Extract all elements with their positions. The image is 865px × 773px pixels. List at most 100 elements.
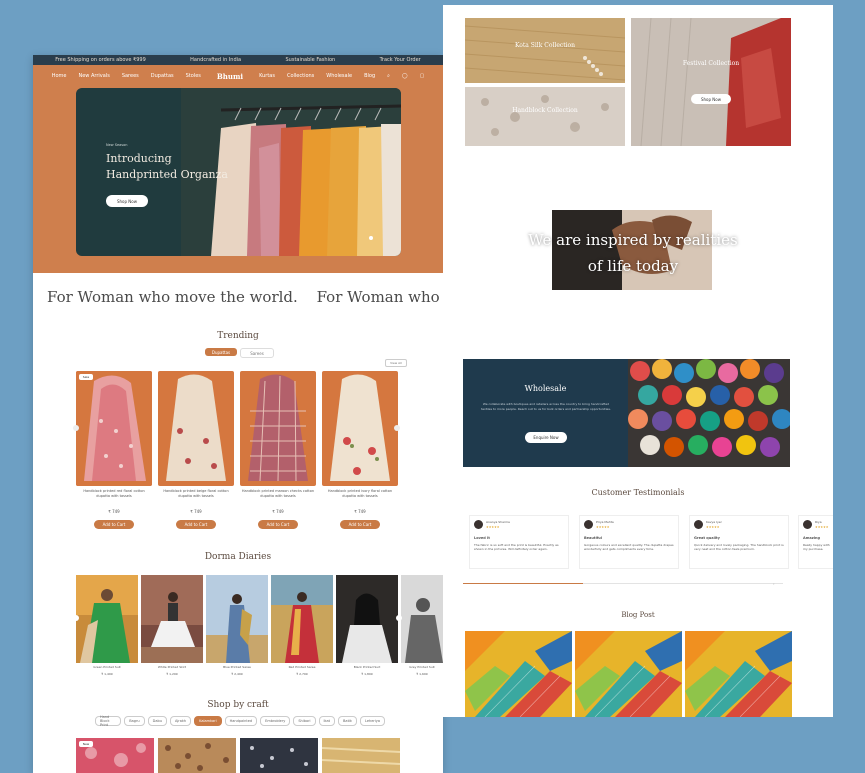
- nav-link[interactable]: New Arrivals: [78, 73, 109, 79]
- craft-chip[interactable]: Shibori: [293, 716, 316, 726]
- avatar: [694, 520, 703, 529]
- nav-link[interactable]: Dupattas: [151, 73, 174, 79]
- testimonial-card: Riya ★★★★★ Amazing Really happy with my …: [798, 515, 833, 569]
- testimonials-heading: Customer Testimonials: [591, 488, 685, 497]
- craft-image[interactable]: [158, 738, 236, 773]
- testimonial-card: Priya Mehta ★★★★★ Beautiful Gorgeous col…: [579, 515, 679, 569]
- search-icon[interactable]: ⌕: [387, 73, 390, 79]
- diary-image[interactable]: [401, 575, 443, 663]
- collection-tile-kota[interactable]: [465, 18, 625, 83]
- add-to-cart-button[interactable]: Add to Cart: [258, 520, 298, 529]
- testimonial-label: Amazing: [803, 536, 820, 540]
- craft-chip[interactable]: Dabu: [147, 716, 167, 726]
- user-icon[interactable]: ◯: [402, 73, 408, 79]
- product-card[interactable]: [240, 371, 316, 486]
- diary-name: Blue Printed Saree: [223, 665, 251, 669]
- diary-image[interactable]: [336, 575, 398, 663]
- diaries-prev-icon[interactable]: [73, 615, 79, 621]
- diary-price: ₹ 1,499: [101, 672, 113, 676]
- testimonial-next-icon[interactable]: ›: [773, 581, 775, 586]
- diary-price: ₹ 1,699: [416, 672, 428, 676]
- view-all-button[interactable]: View All: [385, 359, 407, 367]
- product-price: ₹ 749: [108, 509, 120, 514]
- collection-tile-festival[interactable]: [631, 18, 791, 146]
- star-rating: ★★★★★: [596, 525, 610, 529]
- product-name[interactable]: Handblock printed beige floral cotton du…: [158, 489, 234, 499]
- festival-shop-button[interactable]: Shop Now: [691, 94, 731, 104]
- craft-chip[interactable]: Ajrakh: [169, 716, 192, 726]
- craft-chip[interactable]: Batik: [338, 716, 357, 726]
- craft-chip[interactable]: Handpainted: [224, 716, 258, 726]
- testimonial-text: Quick delivery and lovely packaging. The…: [694, 543, 784, 552]
- craft-image[interactable]: [240, 738, 318, 773]
- avatar: [584, 520, 593, 529]
- collection-label: Kota Silk Collection: [514, 42, 576, 49]
- sale-badge: Sale: [79, 374, 93, 380]
- brand-logo[interactable]: Bhumi: [217, 72, 243, 81]
- testimonial-scroll-thumb[interactable]: [463, 583, 583, 584]
- diary-image[interactable]: [141, 575, 203, 663]
- carousel-next-icon[interactable]: [394, 425, 400, 431]
- add-to-cart-button[interactable]: Add to Cart: [176, 520, 216, 529]
- nav-link[interactable]: Wholesale: [326, 73, 352, 79]
- collection-tile-handblock[interactable]: [465, 87, 625, 146]
- tab-sarees[interactable]: Sarees: [240, 348, 274, 358]
- product-image: [240, 371, 316, 486]
- product-card[interactable]: [322, 371, 398, 486]
- product-name[interactable]: Handblock printed maroon checks cotton d…: [240, 489, 316, 499]
- cart-icon[interactable]: ▢: [420, 73, 425, 79]
- blog-image[interactable]: [575, 631, 682, 717]
- marquee-item: For Woman who move the world.: [47, 288, 298, 306]
- diary-price: ₹ 1,299: [166, 672, 178, 676]
- diaries-heading: Dorma Diaries: [204, 552, 272, 562]
- product-name[interactable]: Handblock printed ivory floral cotton du…: [322, 489, 398, 499]
- avatar: [803, 520, 812, 529]
- star-rating: ★★★★★: [486, 525, 500, 529]
- craft-chip[interactable]: Hand Block Print: [95, 715, 122, 727]
- main-nav: Home New Arrivals Sarees Dupattas Stoles…: [33, 67, 443, 85]
- tab-dupattas[interactable]: Dupattas: [205, 348, 237, 356]
- blog-image[interactable]: [685, 631, 792, 717]
- nav-link[interactable]: Kurtas: [259, 73, 275, 79]
- hero-shop-button[interactable]: Shop Now: [106, 195, 148, 207]
- craft-chip[interactable]: Ikat: [318, 716, 336, 726]
- craft-chip[interactable]: Leheriya: [359, 716, 385, 726]
- nav-link[interactable]: Stoles: [186, 73, 201, 79]
- craft-chip[interactable]: Embroidery: [260, 716, 291, 726]
- nav-link[interactable]: Blog: [364, 73, 375, 79]
- testimonial-label: Great quality: [694, 536, 720, 540]
- add-to-cart-button[interactable]: Add to Cart: [94, 520, 134, 529]
- nav-link[interactable]: Home: [52, 73, 67, 79]
- inspired-line1: We are inspired by realities: [528, 231, 738, 249]
- diary-name: Green Printed Suit: [93, 665, 121, 669]
- hero-title-line1: Introducing: [106, 152, 172, 165]
- add-to-cart-button[interactable]: Add to Cart: [340, 520, 380, 529]
- diary-image[interactable]: [206, 575, 268, 663]
- inspired-line2: of life today: [587, 257, 679, 275]
- testimonial-name: Ananya Sharma: [486, 520, 510, 524]
- testimonial-text: The fabric is so soft and the print is b…: [474, 543, 559, 552]
- product-card[interactable]: [158, 371, 234, 486]
- product-name[interactable]: Handblock printed red floral cotton dupa…: [76, 489, 152, 499]
- diary-name: Grey Printed Suit: [409, 665, 435, 669]
- craft-chip[interactable]: Bagru: [124, 716, 145, 726]
- announcement-item: Sustainable Fashion: [285, 57, 336, 63]
- testimonial-name: Priya Mehta: [596, 520, 614, 524]
- star-rating: ★★★★★: [815, 525, 829, 529]
- diary-image[interactable]: [271, 575, 333, 663]
- craft-image[interactable]: [322, 738, 400, 773]
- diary-image[interactable]: [76, 575, 138, 663]
- nav-link[interactable]: Collections: [287, 73, 314, 79]
- testimonial-card: Kavya Iyer ★★★★★ Great quality Quick del…: [689, 515, 789, 569]
- product-image: [76, 371, 152, 486]
- diary-name: Red Printed Saree: [288, 665, 316, 669]
- star-rating: ★★★★★: [706, 525, 720, 529]
- craft-chip-active[interactable]: Kalamkari: [194, 716, 222, 726]
- enquire-button[interactable]: Enquire Now: [525, 432, 567, 443]
- carousel-prev-icon[interactable]: [73, 425, 79, 431]
- left-page: Free Shipping on orders above ₹999 Handc…: [33, 55, 443, 773]
- blog-image[interactable]: [465, 631, 572, 717]
- product-card[interactable]: Sale: [76, 371, 152, 486]
- diaries-next-icon[interactable]: [396, 615, 402, 621]
- nav-link[interactable]: Sarees: [122, 73, 139, 79]
